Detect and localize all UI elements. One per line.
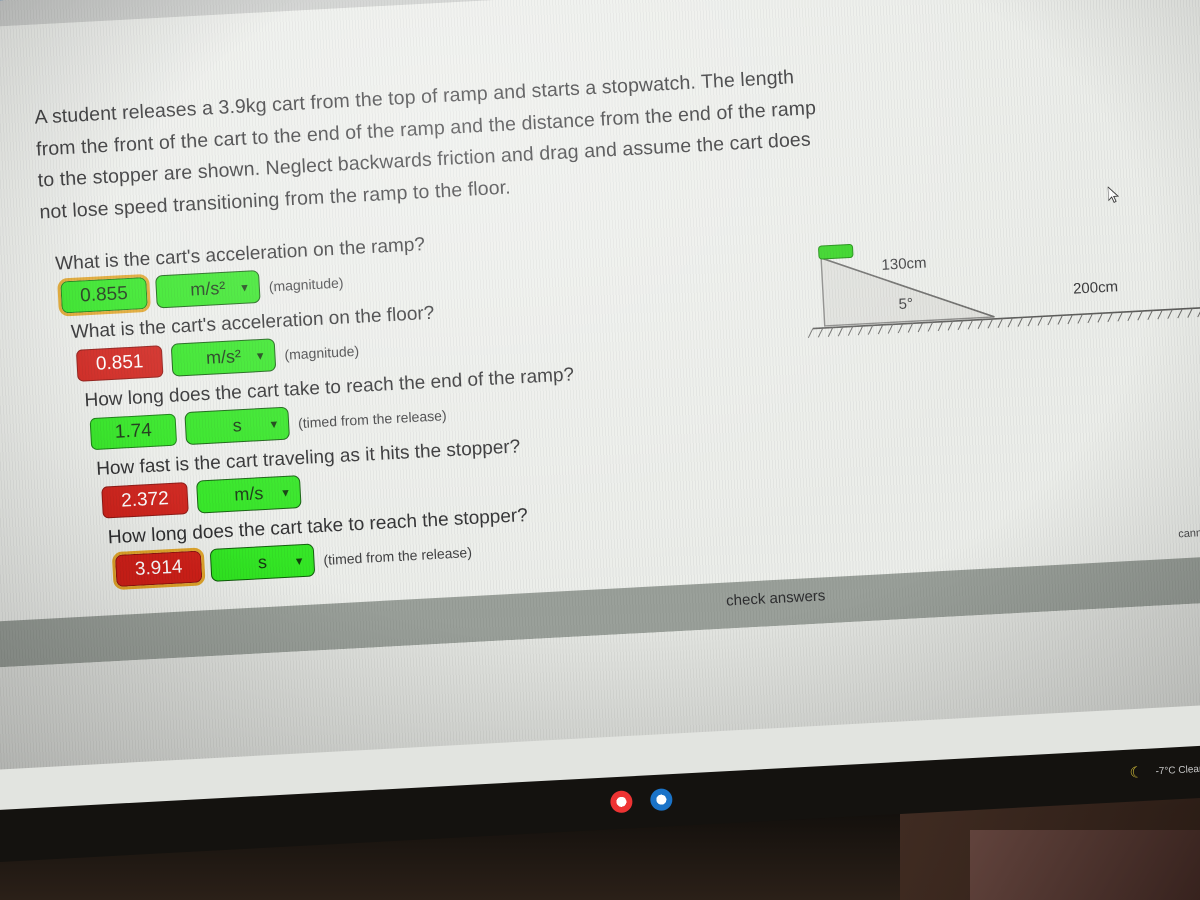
answer-input-4[interactable]: 2.372 — [101, 481, 189, 519]
ramp-angle-label: 5° — [898, 295, 914, 313]
edge-icon[interactable] — [649, 788, 673, 812]
chrome-icon[interactable] — [609, 790, 633, 814]
taskbar-weather-label[interactable]: -7°C Clear — [1155, 764, 1200, 777]
ramp-length-label: 130cm — [881, 254, 927, 274]
unit-select-label-3: s — [232, 415, 243, 436]
answer-input-3[interactable]: 1.74 — [89, 413, 178, 450]
cannot-be-determined-label: cannot be determined — [1177, 523, 1200, 541]
moon-weather-icon: ☾ — [1129, 764, 1144, 782]
answer-input-2[interactable]: 0.851 — [75, 344, 164, 382]
unit-select-label-1: m/s² — [189, 277, 226, 300]
answer-input-5[interactable]: 3.914 — [111, 546, 206, 590]
ramp-diagram: 130cm 5° 200cm — [802, 216, 1200, 354]
unit-select-4[interactable]: m/s ▾ — [196, 475, 302, 514]
answer-input-1[interactable]: 0.855 — [57, 273, 151, 317]
problem-statement: A student releases a 3.9kg cart from the… — [33, 66, 817, 224]
answer-hint-3: (timed from the release) — [297, 406, 447, 431]
screen-panel: A student releases a 3.9kg cart from the… — [0, 0, 1200, 859]
monitor-photo: A student releases a 3.9kg cart from the… — [0, 0, 1200, 900]
answer-hint-5: (timed from the release) — [322, 543, 473, 568]
answer-hint-2: (magnitude) — [284, 342, 360, 363]
chevron-down-icon: ▾ — [281, 484, 290, 500]
cart-icon — [818, 244, 854, 260]
chevron-down-icon: ▾ — [240, 279, 249, 295]
floor-length-label: 200cm — [1072, 278, 1119, 298]
ramp-diagram-svg — [807, 244, 1200, 339]
answer-hint-1: (magnitude) — [268, 273, 344, 294]
unit-select-label-2: m/s² — [205, 346, 242, 368]
unit-select-1[interactable]: m/s² ▾ — [155, 269, 261, 309]
mouse-cursor-icon — [1107, 186, 1120, 203]
chevron-down-icon: ▾ — [270, 415, 278, 432]
chevron-down-icon: ▾ — [256, 347, 264, 363]
unit-select-5[interactable]: s ▾ — [209, 543, 316, 582]
unit-select-label-4: m/s — [233, 483, 264, 505]
unit-select-3[interactable]: s ▾ — [184, 406, 290, 446]
page-canvas: A student releases a 3.9kg cart from the… — [0, 0, 1200, 859]
unit-select-2[interactable]: m/s² ▾ — [170, 338, 277, 377]
questions-block: What is the cart's acceleration on the r… — [55, 215, 796, 598]
floor-carpet — [970, 830, 1200, 900]
unit-select-label-5: s — [257, 551, 268, 573]
chevron-down-icon: ▾ — [295, 552, 303, 568]
